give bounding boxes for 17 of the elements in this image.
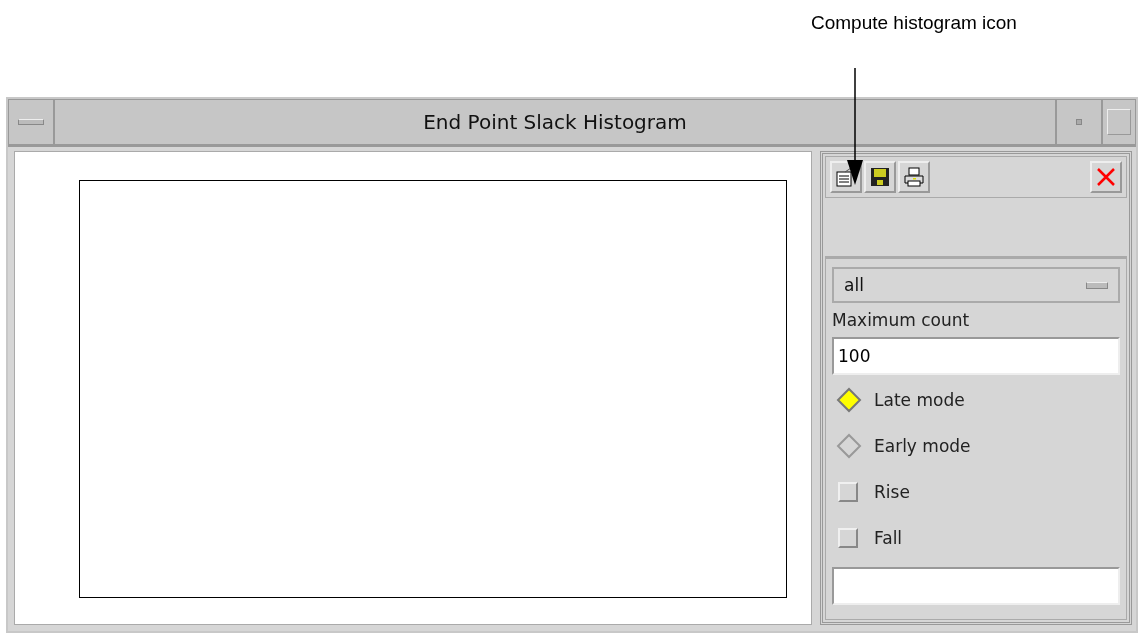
dropdown-indicator-icon <box>1086 281 1108 289</box>
close-icon <box>1095 166 1117 188</box>
max-count-field[interactable]: 100 <box>832 337 1120 375</box>
callout-label: Compute histogram icon <box>811 12 1017 35</box>
close-button[interactable] <box>1090 161 1122 193</box>
filter-dropdown[interactable]: all <box>832 267 1120 303</box>
save-button[interactable] <box>864 161 896 193</box>
edge-checkbox[interactable]: Fall <box>832 528 903 548</box>
mode-radio[interactable]: Late mode <box>832 387 965 413</box>
print-button[interactable] <box>898 161 930 193</box>
field-label: Maximum count <box>832 309 971 332</box>
text-field[interactable] <box>832 567 1120 605</box>
printer-icon <box>903 166 925 188</box>
edge-checkbox[interactable]: Rise <box>832 482 910 502</box>
mode-radio[interactable]: Early mode <box>832 433 971 459</box>
window-title: End Point Slack Histogram <box>54 99 1056 145</box>
maximize-button[interactable] <box>1102 99 1136 145</box>
